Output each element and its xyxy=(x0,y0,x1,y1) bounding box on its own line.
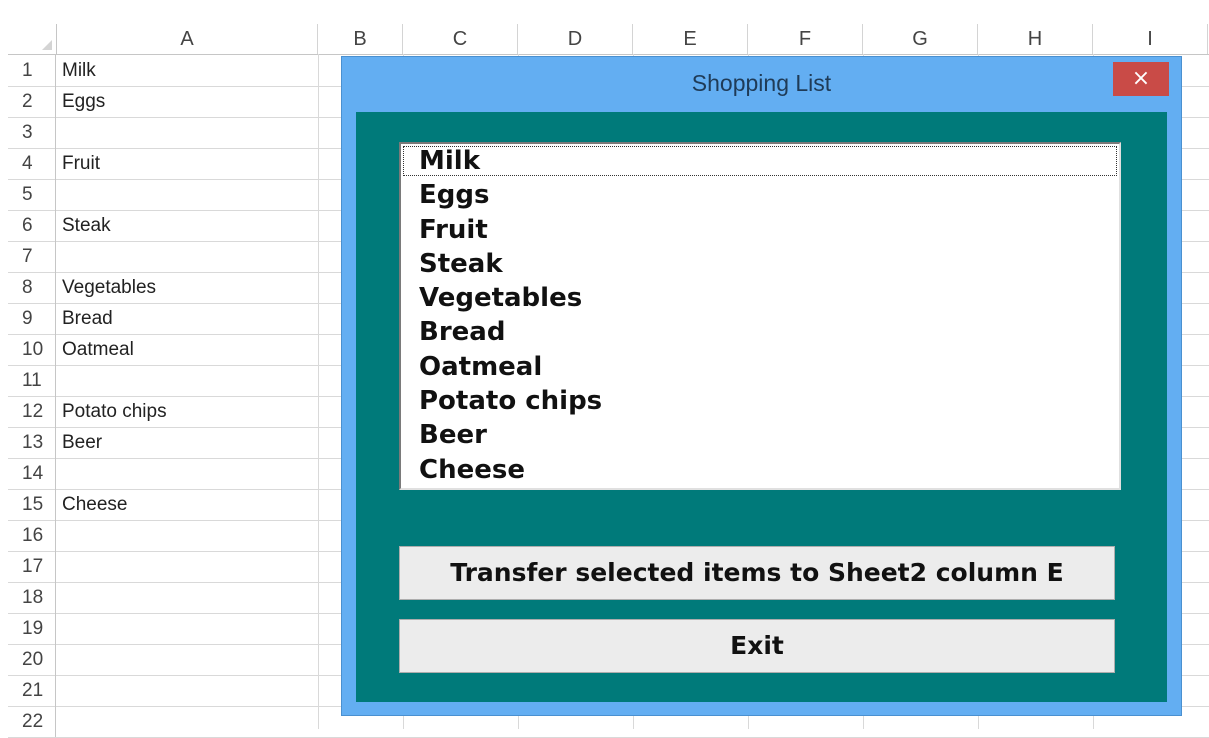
row-header[interactable]: 12 xyxy=(8,396,56,427)
row-header[interactable]: 7 xyxy=(8,241,56,272)
dialog-title: Shopping List xyxy=(691,70,832,96)
row-header[interactable]: 14 xyxy=(8,458,56,489)
row-header[interactable]: 20 xyxy=(8,644,56,675)
column-header-c[interactable]: C xyxy=(403,24,518,54)
row-header[interactable]: 19 xyxy=(8,613,56,644)
column-header-e[interactable]: E xyxy=(633,24,748,54)
list-item[interactable]: Oatmeal xyxy=(401,350,1119,384)
row-header[interactable]: 16 xyxy=(8,520,56,551)
row-header[interactable]: 22 xyxy=(8,706,56,737)
list-item[interactable]: Steak xyxy=(401,247,1119,281)
list-item[interactable]: Fruit xyxy=(401,213,1119,247)
row-header[interactable]: 21 xyxy=(8,675,56,706)
row-header[interactable]: 6 xyxy=(8,210,56,241)
row-header[interactable]: 11 xyxy=(8,365,56,396)
select-all-corner[interactable] xyxy=(8,24,57,54)
list-item[interactable]: Vegetables xyxy=(401,281,1119,315)
cell-a[interactable]: Cheese xyxy=(62,489,128,520)
column-header-h[interactable]: H xyxy=(978,24,1093,54)
cell-a[interactable]: Fruit xyxy=(62,148,100,179)
dialog-client-area: Milk Eggs Fruit Steak Vegetables Bread O… xyxy=(356,112,1167,702)
row-header[interactable]: 4 xyxy=(8,148,56,179)
list-item[interactable]: Beer xyxy=(401,418,1119,452)
row-header[interactable]: 3 xyxy=(8,117,56,148)
transfer-button[interactable]: Transfer selected items to Sheet2 column… xyxy=(399,546,1115,600)
close-button[interactable]: × xyxy=(1113,62,1169,96)
row-header[interactable]: 13 xyxy=(8,427,56,458)
row-header[interactable]: 15 xyxy=(8,489,56,520)
list-item[interactable]: Milk xyxy=(401,144,1119,178)
row-header[interactable]: 1 xyxy=(8,55,56,86)
column-header-i[interactable]: I xyxy=(1093,24,1208,54)
row-header[interactable]: 2 xyxy=(8,86,56,117)
cell-a[interactable]: Steak xyxy=(62,210,111,241)
row-header[interactable]: 8 xyxy=(8,272,56,303)
shopping-list-dialog: Shopping List × Milk Eggs Fruit Steak Ve… xyxy=(341,56,1182,716)
column-header-d[interactable]: D xyxy=(518,24,633,54)
cell-a[interactable]: Bread xyxy=(62,303,113,334)
list-item[interactable]: Potato chips xyxy=(401,384,1119,418)
cell-a[interactable]: Milk xyxy=(62,55,96,86)
list-item[interactable]: Bread xyxy=(401,315,1119,349)
column-header-f[interactable]: F xyxy=(748,24,863,54)
column-header-a[interactable]: A xyxy=(57,24,318,54)
cell-a[interactable]: Beer xyxy=(62,427,102,458)
cell-a[interactable]: Vegetables xyxy=(62,272,156,303)
row-header[interactable]: 10 xyxy=(8,334,56,365)
cell-a[interactable]: Potato chips xyxy=(62,396,167,427)
select-all-icon xyxy=(42,40,52,50)
close-icon: × xyxy=(1131,66,1151,91)
row-header[interactable]: 9 xyxy=(8,303,56,334)
list-item[interactable]: Cheese xyxy=(401,453,1119,487)
exit-button[interactable]: Exit xyxy=(399,619,1115,673)
cell-a[interactable]: Oatmeal xyxy=(62,334,134,365)
list-item[interactable]: Eggs xyxy=(401,178,1119,212)
row-header[interactable]: 5 xyxy=(8,179,56,210)
items-listbox[interactable]: Milk Eggs Fruit Steak Vegetables Bread O… xyxy=(399,142,1121,490)
row-header[interactable]: 18 xyxy=(8,582,56,613)
cell-a[interactable]: Eggs xyxy=(62,86,105,117)
column-header-b[interactable]: B xyxy=(318,24,403,54)
row-header[interactable]: 17 xyxy=(8,551,56,582)
column-header-g[interactable]: G xyxy=(863,24,978,54)
column-header-row: A B C D E F G H I xyxy=(8,24,1209,55)
